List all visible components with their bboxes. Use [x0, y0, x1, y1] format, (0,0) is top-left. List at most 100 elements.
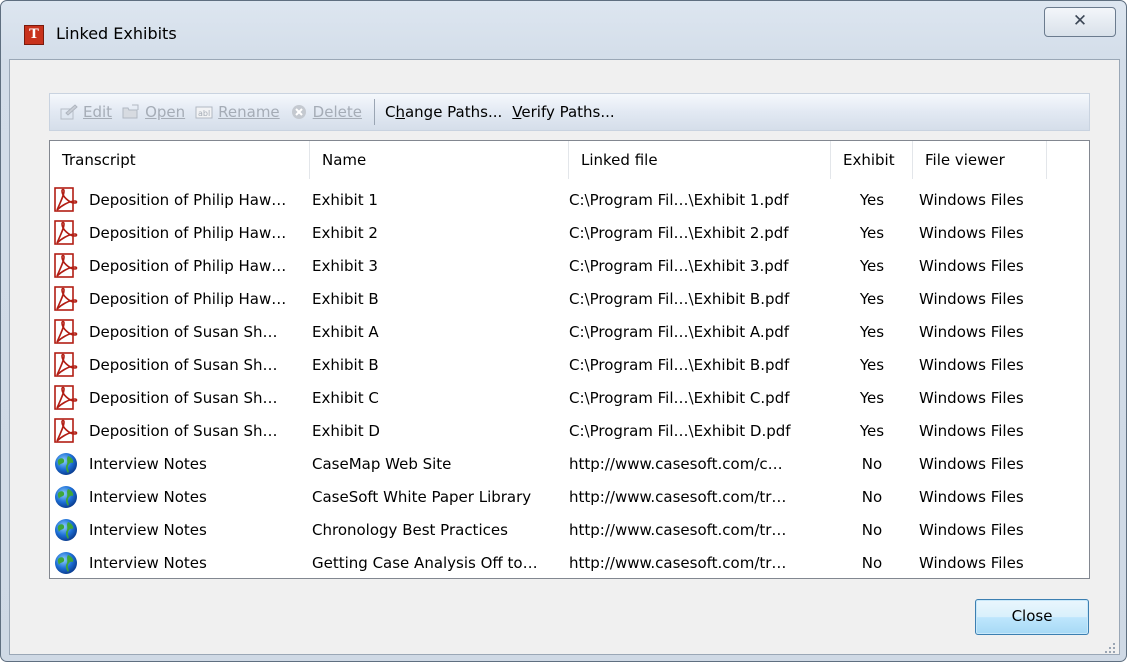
delete-button[interactable]: Delete	[290, 103, 362, 121]
cell-linked-file: http://www.casesoft.com/tr…	[569, 553, 787, 572]
resize-grip-icon[interactable]	[1102, 640, 1116, 654]
rename-label: Rename	[218, 103, 280, 121]
pdf-icon	[53, 219, 79, 246]
pdf-icon	[53, 252, 79, 279]
cell-name: Exhibit 1	[312, 190, 378, 209]
close-button[interactable]: Close	[975, 599, 1089, 635]
cell-exhibit: Yes	[859, 421, 885, 440]
list-header: Transcript Name Linked file Exhibit File…	[50, 141, 1089, 179]
column-header-name[interactable]: Name	[310, 141, 569, 179]
cell-file-viewer: Windows Files	[919, 454, 1024, 473]
column-header-file-viewer[interactable]: File viewer	[913, 141, 1047, 179]
cell-transcript: Deposition of Susan Sh…	[50, 384, 310, 411]
cell-name: Exhibit 2	[312, 223, 378, 242]
cell-transcript: Deposition of Philip Haw…	[50, 219, 310, 246]
edit-label: Edit	[83, 103, 113, 121]
pdf-icon	[53, 351, 79, 378]
column-header-transcript[interactable]: Transcript	[50, 141, 310, 179]
transcript-text: Deposition of Susan Sh…	[89, 355, 278, 374]
cell-file-viewer: Windows Files	[919, 421, 1024, 440]
open-button[interactable]: Open	[122, 103, 185, 121]
cell-linked-file: C:\Program Fil…\Exhibit 3.pdf	[569, 256, 789, 275]
cell-transcript: Deposition of Philip Haw…	[50, 186, 310, 213]
title-bar[interactable]: T Linked Exhibits ✕	[1, 1, 1126, 59]
table-row[interactable]: Interview Notes Getting Case Analysis Off…	[50, 546, 1089, 578]
table-row[interactable]: Deposition of Susan Sh… Exhibit C C:\Progr…	[50, 381, 1089, 414]
delete-label: Delete	[312, 103, 362, 121]
delete-icon	[291, 105, 306, 119]
table-row[interactable]: Deposition of Philip Haw… Exhibit 2 C:\Pro…	[50, 216, 1089, 249]
cell-linked-file: C:\Program Fil…\Exhibit B.pdf	[569, 355, 790, 374]
cell-transcript: Interview Notes	[50, 517, 310, 543]
table-row[interactable]: Interview Notes CaseMap Web Site http://ww…	[50, 447, 1089, 480]
cell-name: Exhibit D	[312, 421, 380, 440]
pdf-icon	[53, 417, 79, 444]
table-row[interactable]: Deposition of Susan Sh… Exhibit B C:\Progr…	[50, 348, 1089, 381]
cell-exhibit: No	[861, 487, 883, 506]
transcript-text: Interview Notes	[89, 454, 207, 473]
transcript-text: Deposition of Philip Haw…	[89, 190, 287, 209]
svg-text:abl: abl	[198, 109, 210, 118]
cell-transcript: Deposition of Susan Sh…	[50, 318, 310, 345]
cell-name: Chronology Best Practices	[312, 520, 508, 539]
exhibits-list[interactable]: Transcript Name Linked file Exhibit File…	[49, 140, 1090, 579]
cell-name: Exhibit B	[312, 289, 379, 308]
cell-exhibit: No	[861, 454, 883, 473]
cell-linked-file: http://www.casesoft.com/tr…	[569, 487, 787, 506]
globe-icon	[53, 550, 79, 576]
cell-file-viewer: Windows Files	[919, 520, 1024, 539]
cell-name: Exhibit A	[312, 322, 379, 341]
app-icon: T	[24, 25, 44, 45]
table-row[interactable]: Interview Notes CaseSoft White Paper Libr…	[50, 480, 1089, 513]
cell-exhibit: No	[861, 520, 883, 539]
list-rows: Deposition of Philip Haw… Exhibit 1 C:\Pro…	[50, 183, 1089, 578]
verify-paths-button[interactable]: Verify Paths...	[512, 103, 614, 121]
open-folder-icon	[122, 104, 139, 119]
pdf-icon	[53, 285, 79, 312]
cell-name: CaseMap Web Site	[312, 454, 452, 473]
cell-exhibit: No	[861, 553, 883, 572]
column-header-exhibit[interactable]: Exhibit	[831, 141, 913, 179]
cell-linked-file: C:\Program Fil…\Exhibit A.pdf	[569, 322, 790, 341]
change-paths-label: Change Paths...	[384, 103, 503, 121]
globe-icon	[53, 451, 79, 477]
table-row[interactable]: Deposition of Susan Sh… Exhibit A C:\Progr…	[50, 315, 1089, 348]
cell-linked-file: http://www.casesoft.com/c…	[569, 454, 783, 473]
cell-file-viewer: Windows Files	[919, 256, 1024, 275]
cell-file-viewer: Windows Files	[919, 388, 1024, 407]
transcript-text: Deposition of Susan Sh…	[89, 322, 278, 341]
change-paths-button[interactable]: Change Paths...	[385, 103, 502, 121]
globe-icon	[53, 517, 79, 543]
transcript-text: Deposition of Susan Sh…	[89, 421, 278, 440]
edit-button[interactable]: Edit	[60, 103, 112, 121]
toolbar-separator	[373, 99, 375, 125]
transcript-text: Deposition of Susan Sh…	[89, 388, 278, 407]
cell-transcript: Deposition of Susan Sh…	[50, 351, 310, 378]
verify-paths-label: Verify Paths...	[512, 103, 615, 121]
transcript-text: Deposition of Philip Haw…	[89, 256, 287, 275]
cell-linked-file: http://www.casesoft.com/tr…	[569, 520, 787, 539]
window-close-button[interactable]: ✕	[1044, 7, 1116, 37]
column-header-linked-file[interactable]: Linked file	[569, 141, 831, 179]
rename-icon: abl	[195, 106, 213, 119]
window-title: Linked Exhibits	[56, 24, 177, 43]
transcript-text: Interview Notes	[89, 520, 207, 539]
table-row[interactable]: Deposition of Philip Haw… Exhibit B C:\Pro…	[50, 282, 1089, 315]
cell-name: Exhibit B	[312, 355, 379, 374]
table-row[interactable]: Interview Notes Chronology Best Practices…	[50, 513, 1089, 546]
cell-linked-file: C:\Program Fil…\Exhibit B.pdf	[569, 289, 790, 308]
pdf-icon	[53, 318, 79, 345]
toolbar: Edit Open abl Rename Delete Change Paths…	[49, 93, 1090, 131]
cell-name: CaseSoft White Paper Library	[312, 487, 532, 506]
rename-button[interactable]: abl Rename	[195, 103, 280, 121]
cell-linked-file: C:\Program Fil…\Exhibit 1.pdf	[569, 190, 789, 209]
cell-file-viewer: Windows Files	[919, 322, 1024, 341]
cell-name: Exhibit 3	[312, 256, 378, 275]
cell-exhibit: Yes	[859, 289, 885, 308]
table-row[interactable]: Deposition of Philip Haw… Exhibit 1 C:\Pro…	[50, 183, 1089, 216]
cell-transcript: Interview Notes	[50, 550, 310, 576]
table-row[interactable]: Deposition of Susan Sh… Exhibit D C:\Progr…	[50, 414, 1089, 447]
transcript-text: Deposition of Philip Haw…	[89, 289, 287, 308]
table-row[interactable]: Deposition of Philip Haw… Exhibit 3 C:\Pro…	[50, 249, 1089, 282]
cell-exhibit: Yes	[859, 256, 885, 275]
